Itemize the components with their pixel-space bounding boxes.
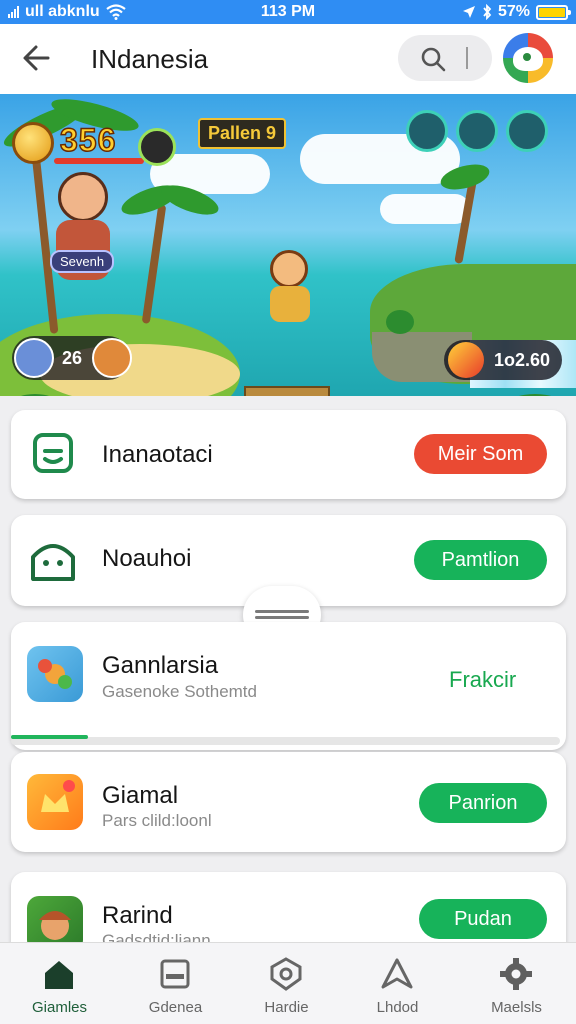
item-title: Giamal <box>102 782 179 809</box>
child-character <box>270 250 308 288</box>
settings-gear-icon <box>500 958 532 990</box>
pamtlion-button[interactable]: Pamtlion <box>414 540 547 580</box>
list-item[interactable]: Inanaotaci Meir Som <box>11 410 566 499</box>
battery-percent: 57% <box>497 3 530 20</box>
resource-count: 1о2.60 <box>494 350 551 370</box>
player-avatar-icon <box>92 338 132 378</box>
score-value: 356 <box>59 121 117 159</box>
nav-hardie[interactable]: Hardie <box>229 943 344 1024</box>
item-title: Inanaotaci <box>102 441 213 468</box>
palm-trunk <box>141 204 167 324</box>
game-app-icon <box>27 646 83 702</box>
gem-icon <box>448 342 484 378</box>
child-body <box>270 286 310 322</box>
game-app-icon <box>27 774 83 830</box>
nav-label: Gdenea <box>148 999 203 1016</box>
flower-icon <box>38 659 72 689</box>
hero-character <box>58 172 108 222</box>
banner-quick-icons <box>406 110 548 152</box>
treasure-icon[interactable] <box>456 110 498 152</box>
battery-icon <box>536 4 571 20</box>
profile-avatar[interactable] <box>503 33 553 83</box>
search-icon <box>421 47 446 72</box>
players-count: 26 <box>62 348 83 368</box>
rank-badge-icon <box>138 128 176 166</box>
nav-games[interactable]: Giamles <box>2 943 117 1024</box>
app-header: INdanesia <box>0 24 576 94</box>
house-icon <box>31 544 75 581</box>
meir-som-button[interactable]: Meir Som <box>414 434 547 474</box>
status-bar: ull abknlu 113 PM 57% <box>0 0 576 24</box>
card-icon <box>160 959 190 989</box>
page-title: INdanesia <box>91 44 209 74</box>
progress-fill <box>11 735 88 739</box>
home-icon <box>45 961 73 989</box>
cloud <box>380 194 470 224</box>
list-item[interactable]: Giamal Pars clild:loonl Panrion <box>11 752 566 852</box>
search-button[interactable] <box>398 35 492 81</box>
crown-icon <box>41 780 75 812</box>
nav-label: Giamles <box>31 999 87 1016</box>
nav-lhdod[interactable]: Lhdod <box>340 943 455 1024</box>
resource-hud[interactable]: 1о2.60 <box>444 340 562 380</box>
player-avatar-icon <box>14 338 54 378</box>
character-name-tag: Sevenh <box>50 250 115 273</box>
chest-icon[interactable] <box>506 110 548 152</box>
nav-label: Lhdod <box>376 999 419 1016</box>
coin-icon <box>12 122 54 164</box>
list-item[interactable]: Gannlarsia Gasenoke Sothemtd Frakcir <box>11 622 566 750</box>
nav-maelsls[interactable]: Maelsls <box>459 943 574 1024</box>
level-label: Pallen 9 <box>198 118 287 149</box>
item-subtitle: Gasenoke Sothemtd <box>102 682 257 701</box>
handle-line <box>255 616 309 619</box>
handle-line <box>255 610 309 613</box>
item-title: Noauhoi <box>102 545 192 572</box>
back-button[interactable] <box>18 40 58 76</box>
shield-icon <box>270 957 302 991</box>
nav-label: Maelsls <box>491 999 542 1016</box>
score-bar <box>54 158 144 164</box>
bottom-navigation: Giamles Gdenea Hardie Lhdod Maelsls <box>0 942 576 1024</box>
bush <box>386 310 414 334</box>
search-divider <box>466 47 468 69</box>
location-arrow-icon <box>462 6 475 18</box>
wooden-sign <box>244 386 330 396</box>
nav-gdenea[interactable]: Gdenea <box>118 943 233 1024</box>
avatar-face-icon <box>513 47 543 71</box>
face-frame-icon <box>33 433 73 473</box>
pudan-button[interactable]: Pudan <box>419 899 547 939</box>
frakcir-link[interactable]: Frakcir <box>449 667 516 693</box>
item-subtitle: Pars clild:loonl <box>102 811 212 830</box>
back-arrow-icon <box>23 45 50 71</box>
bush <box>480 394 576 396</box>
progress-track <box>11 737 560 745</box>
item-title: Gannlarsia <box>102 652 219 679</box>
panrion-button[interactable]: Panrion <box>419 783 547 823</box>
players-hud[interactable]: 26 <box>12 336 132 380</box>
download-progress <box>11 734 560 746</box>
nav-label: Hardie <box>264 999 309 1016</box>
item-title: Rarind <box>102 902 173 929</box>
triangle-icon <box>381 958 413 989</box>
score-hud: 356 <box>12 118 176 168</box>
bluetooth-icon <box>483 4 492 20</box>
sword-icon[interactable] <box>406 110 448 152</box>
